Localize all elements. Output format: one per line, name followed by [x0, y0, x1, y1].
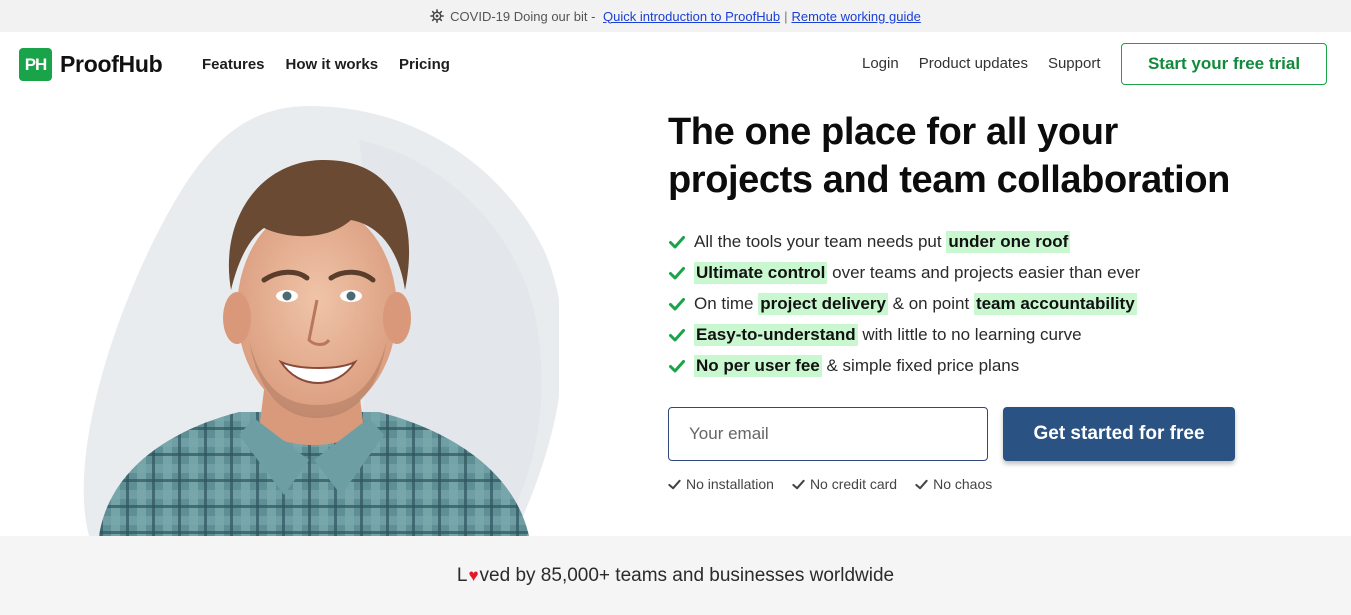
- nav-how-it-works[interactable]: How it works: [286, 56, 379, 73]
- feature-text: over teams and projects easier than ever: [827, 262, 1141, 282]
- announcement-bar: COVID-19 Doing our bit - Quick introduct…: [0, 0, 1351, 32]
- intro-link[interactable]: Quick introduction to ProofHub: [603, 9, 780, 24]
- nav-features[interactable]: Features: [202, 56, 265, 73]
- hero-portrait: [59, 100, 559, 536]
- feature-highlight: Ultimate control: [694, 261, 828, 284]
- perk-no-installation: No installation: [668, 476, 774, 492]
- hero-headline: The one place for all your projects and …: [668, 108, 1308, 204]
- headline-line-1: The one place for all your: [668, 111, 1118, 153]
- feature-text: & on point: [887, 293, 974, 313]
- feature-highlight: team accountability: [973, 292, 1137, 315]
- feature-text: All the tools your team needs put: [694, 231, 947, 251]
- feature-list: All the tools your team needs put under …: [668, 226, 1140, 381]
- feature-highlight: Easy-to-understand: [694, 323, 858, 346]
- nav-login[interactable]: Login: [862, 55, 899, 72]
- perks-row: No installation No credit card No chaos: [668, 476, 992, 492]
- check-icon: [669, 328, 685, 341]
- check-icon: [669, 359, 685, 372]
- perk-no-credit-card: No credit card: [792, 476, 897, 492]
- feature-highlight: No per user fee: [694, 354, 822, 377]
- logo-mark: PH: [19, 48, 52, 81]
- announcement-separator: |: [784, 8, 788, 24]
- check-icon: [669, 235, 685, 248]
- main-nav: Features How it works Pricing: [202, 56, 450, 73]
- social-proof-prefix: L: [456, 564, 468, 586]
- feature-highlight: under one roof: [946, 230, 1071, 253]
- nav-support[interactable]: Support: [1048, 55, 1101, 72]
- feature-highlight: project delivery: [758, 292, 888, 315]
- logo[interactable]: PH ProofHub: [19, 48, 163, 81]
- feature-item: Easy-to-understand with little to no lea…: [668, 319, 1140, 350]
- nav-pricing[interactable]: Pricing: [399, 56, 450, 73]
- gear-icon: [430, 9, 445, 23]
- perk-label: No credit card: [809, 476, 898, 492]
- feature-item: Ultimate control over teams and projects…: [668, 257, 1140, 288]
- feature-text: & simple fixed price plans: [821, 355, 1020, 375]
- feature-item: All the tools your team needs put under …: [668, 226, 1140, 257]
- headline-line-2: projects and team collaboration: [668, 159, 1230, 201]
- feature-text: On time: [694, 293, 759, 313]
- social-proof-band: L ♥ ved by 85,000+ teams and businesses wo…: [0, 536, 1351, 615]
- email-input[interactable]: [668, 407, 988, 461]
- site-header: PH ProofHub Features How it works Pricin…: [0, 32, 1351, 98]
- perk-label: No installation: [686, 476, 774, 492]
- nav-product-updates[interactable]: Product updates: [919, 55, 1028, 72]
- secondary-nav: Login Product updates Support: [862, 55, 1101, 72]
- check-icon: [669, 266, 685, 279]
- perk-no-chaos: No chaos: [915, 476, 992, 492]
- heart-icon: ♥: [468, 565, 479, 585]
- get-started-button[interactable]: Get started for free: [1003, 407, 1235, 461]
- announcement-text: COVID-19 Doing our bit -: [450, 8, 600, 24]
- feature-text: with little to no learning curve: [857, 324, 1082, 344]
- logo-text: ProofHub: [60, 51, 163, 77]
- small-check-icon: [668, 479, 681, 489]
- feature-item: On time project delivery & on point team…: [668, 288, 1140, 319]
- remote-guide-link[interactable]: Remote working guide: [791, 9, 920, 24]
- social-proof-text: ved by 85,000+ teams and businesses worl…: [479, 564, 895, 586]
- small-check-icon: [792, 479, 805, 489]
- start-free-trial-button[interactable]: Start your free trial: [1121, 43, 1327, 85]
- small-check-icon: [915, 479, 928, 489]
- check-icon: [669, 297, 685, 310]
- perk-label: No chaos: [933, 476, 993, 492]
- feature-item: No per user fee & simple fixed price pla…: [668, 350, 1140, 381]
